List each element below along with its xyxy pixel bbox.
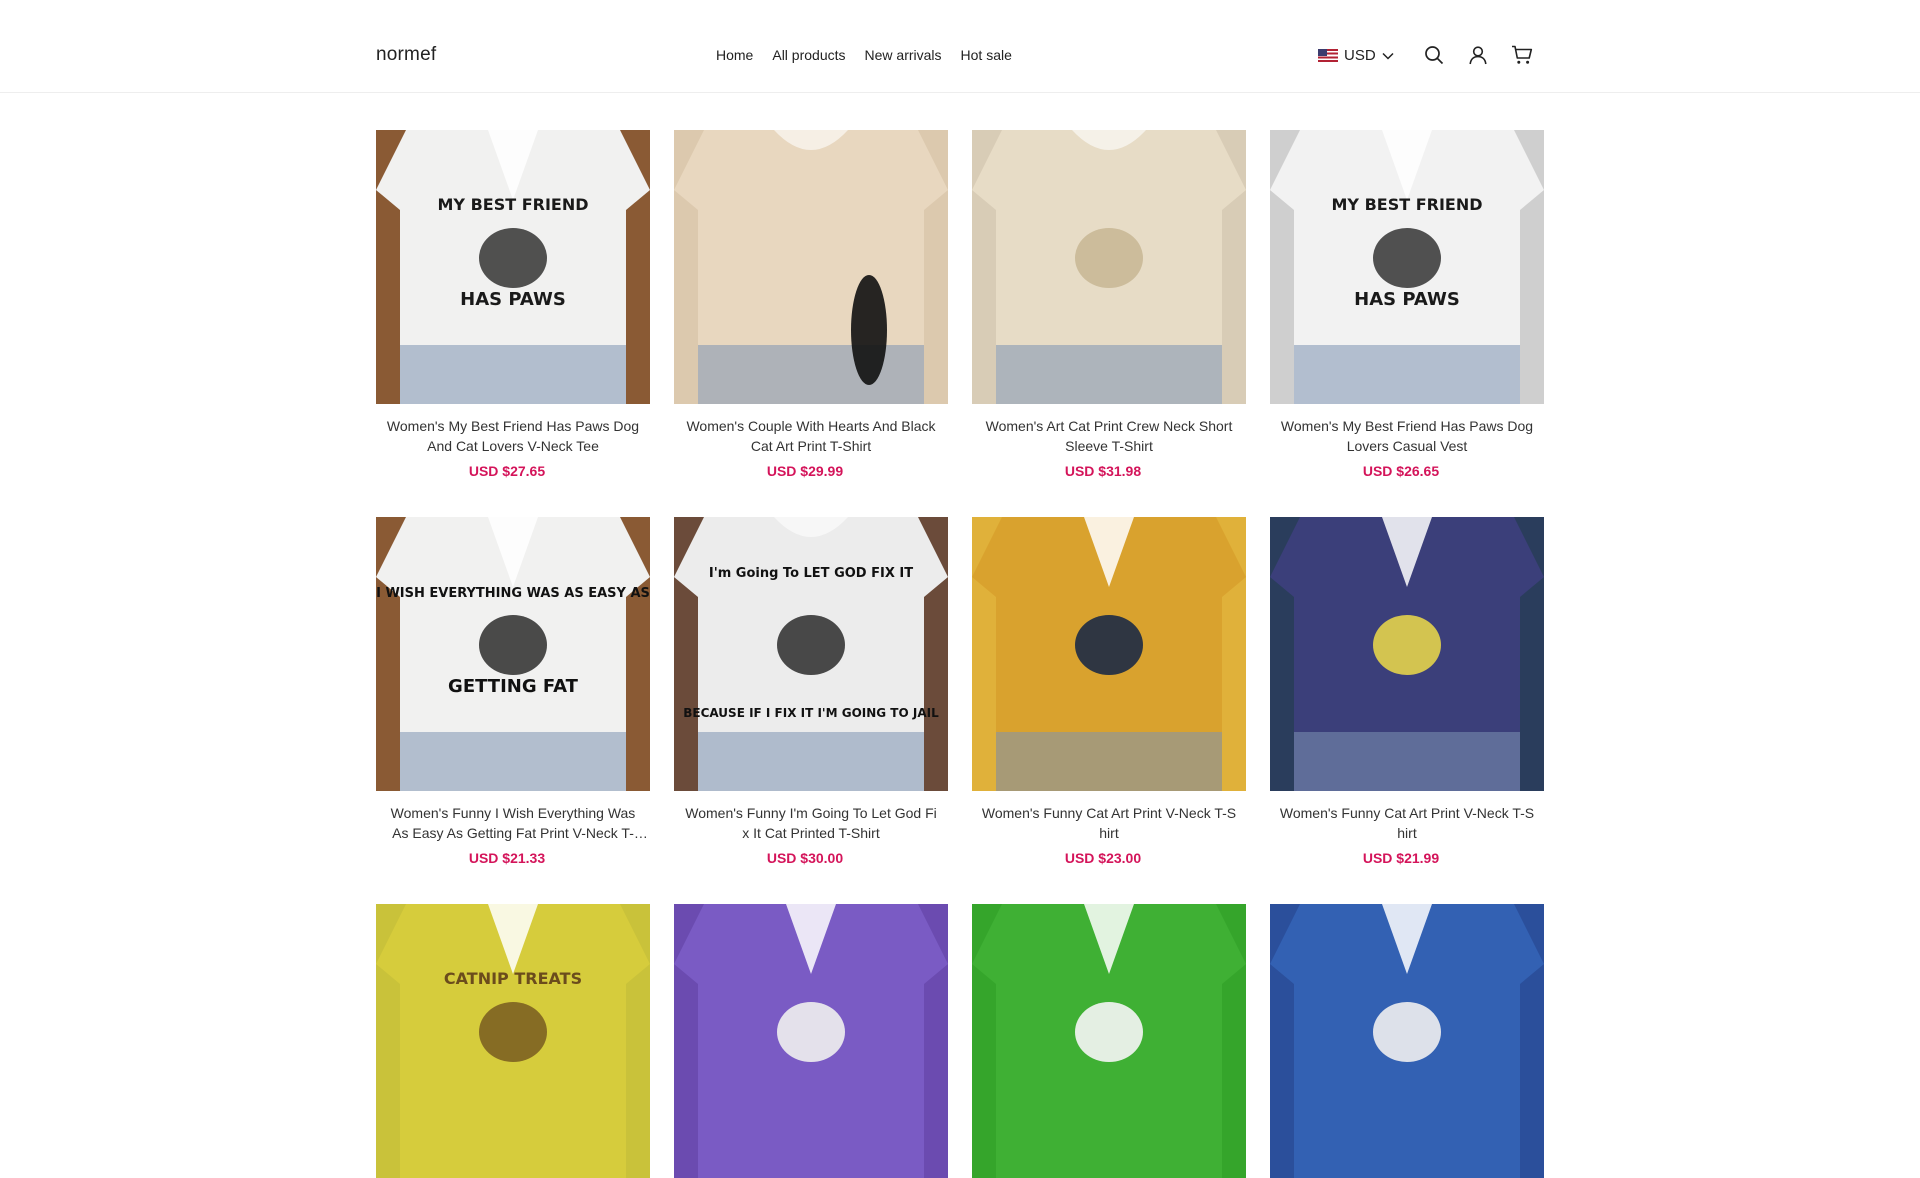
print-text-top: MY BEST FRIEND [437,195,588,214]
print-figure [479,615,547,675]
print-figure [1373,228,1441,288]
nav-new-arrivals[interactable]: New arrivals [865,47,942,63]
brand-logo[interactable]: normef [376,44,436,66]
product-image[interactable] [972,904,1246,1178]
product-card[interactable]: I'm Going To LET GOD FIX IT BECAUSE IF I … [674,517,948,866]
print-text-top: CATNIP TREATS [444,969,582,988]
product-title[interactable]: Women's My Best Friend Has Paws Dog And … [376,416,650,456]
product-card[interactable]: MY BEST FRIEND HAS PAWS Women's My Best F… [1270,130,1544,479]
print-text-top: MY BEST FRIEND [1331,195,1482,214]
print-figure [1075,1002,1143,1062]
product-card[interactable]: MY BEST FRIEND HAS PAWS Women's My Best F… [376,130,650,479]
cart-icon[interactable] [1510,43,1534,67]
product-image[interactable] [1270,517,1544,791]
print-text-top: I'm Going To LET GOD FIX IT [709,566,913,581]
product-card[interactable] [674,904,948,1178]
product-image[interactable] [674,904,948,1178]
nav-all-products[interactable]: All products [772,47,845,63]
product-card[interactable] [1270,904,1544,1178]
print-figure [1075,228,1143,288]
product-card[interactable] [972,904,1246,1178]
print-figure [479,228,547,288]
print-text-bottom: GETTING FAT [448,676,579,697]
product-image[interactable] [972,517,1246,791]
product-image[interactable]: CATNIP TREATS [376,904,650,1178]
product-image[interactable]: MY BEST FRIEND HAS PAWS [376,130,650,404]
nav-home[interactable]: Home [716,47,753,63]
print-text-top: I WISH EVERYTHING WAS AS EASY AS [376,586,650,601]
product-title[interactable]: Women's Funny Cat Art Print V-Neck T-S h… [1270,803,1544,843]
product-title[interactable]: Women's Art Cat Print Crew Neck Short Sl… [972,416,1246,456]
print-figure [777,615,845,675]
product-card[interactable]: Women's Couple With Hearts And Black Cat… [674,130,948,479]
print-figure [777,1002,845,1062]
nav-hot-sale[interactable]: Hot sale [961,47,1012,63]
product-price: USD $29.99 [766,463,844,479]
product-image[interactable]: I WISH EVERYTHING WAS AS EASY AS GETTING … [376,517,650,791]
product-image[interactable]: MY BEST FRIEND HAS PAWS [1270,130,1544,404]
print-text-bottom: HAS PAWS [1354,289,1460,310]
product-image[interactable] [972,130,1246,404]
product-title[interactable]: Women's Funny Cat Art Print V-Neck T-S h… [972,803,1246,843]
us-flag-icon [1318,49,1338,62]
print-figure [1075,615,1143,675]
search-icon[interactable] [1422,43,1446,67]
product-title[interactable]: Women's Funny I Wish Everything Was As E… [376,803,650,843]
product-title[interactable]: Women's Couple With Hearts And Black Cat… [674,416,948,456]
currency-label: USD [1344,47,1376,64]
print-figure [1373,615,1441,675]
product-title[interactable]: Women's My Best Friend Has Paws Dog Love… [1270,416,1544,456]
chevron-down-icon [1382,52,1394,60]
product-card[interactable]: Women's Funny Cat Art Print V-Neck T-S h… [1270,517,1544,866]
product-card[interactable]: Women's Art Cat Print Crew Neck Short Sl… [972,130,1246,479]
product-image[interactable]: I'm Going To LET GOD FIX IT BECAUSE IF I … [674,517,948,791]
print-figure [479,1002,547,1062]
product-price: USD $26.65 [1362,463,1440,479]
print-figure [1373,1002,1441,1062]
print-figure [851,275,887,385]
product-price: USD $21.99 [1362,850,1440,866]
product-card[interactable]: Women's Funny Cat Art Print V-Neck T-S h… [972,517,1246,866]
site-header: normef Home All products New arrivals Ho… [0,0,1920,93]
print-text-bottom: BECAUSE IF I FIX IT I'M GOING TO JAIL [683,706,939,720]
product-price: USD $30.00 [766,850,844,866]
product-price: USD $27.65 [468,463,546,479]
main-nav: Home All products New arrivals Hot sale [716,47,1012,63]
product-image[interactable] [1270,904,1544,1178]
product-title[interactable]: Women's Funny I'm Going To Let God Fi x … [674,803,948,843]
print-text-bottom: HAS PAWS [460,289,566,310]
product-price: USD $23.00 [1064,850,1142,866]
account-icon[interactable] [1466,43,1490,67]
product-image[interactable] [674,130,948,404]
product-price: USD $31.98 [1064,463,1142,479]
currency-selector[interactable]: USD [1318,47,1394,64]
product-card[interactable]: I WISH EVERYTHING WAS AS EASY AS GETTING … [376,517,650,866]
product-card[interactable]: CATNIP TREATS [376,904,650,1178]
product-price: USD $21.33 [468,850,546,866]
